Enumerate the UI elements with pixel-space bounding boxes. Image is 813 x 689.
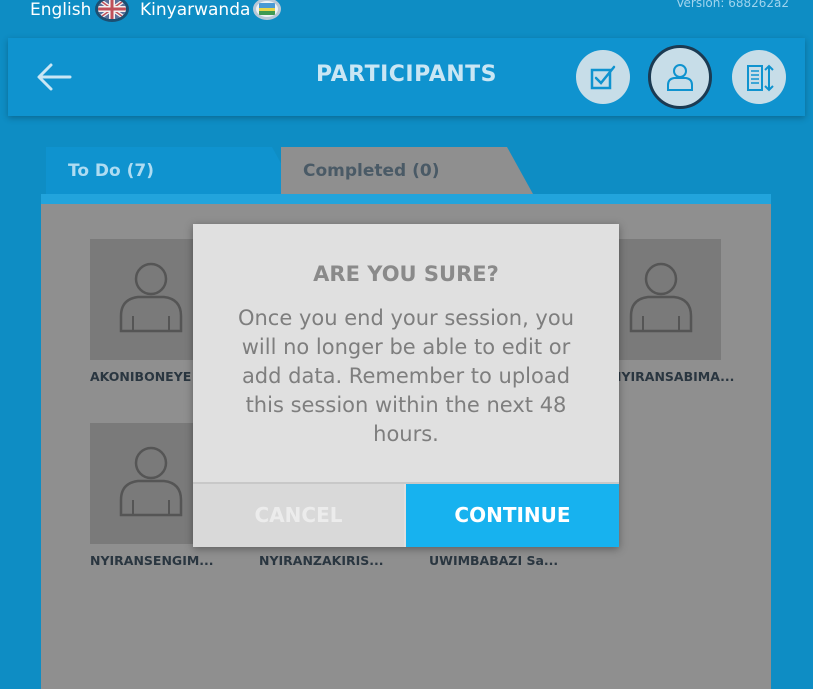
tab-todo-label: To Do (7) (68, 161, 155, 181)
rwanda-flag-icon[interactable] (253, 0, 281, 20)
sort-icon (747, 64, 774, 92)
participant-name: NYIRANZAKIRIS... (259, 553, 384, 568)
avatar-placeholder-icon (629, 262, 693, 333)
language-bar: English Kinyarwanda Version: 688262a2 (0, 0, 813, 30)
checklist-button[interactable] (576, 50, 630, 104)
continue-button[interactable]: CONTINUE (406, 484, 619, 547)
confirm-dialog: ARE YOU SURE? Once you end your session,… (193, 224, 619, 547)
participants-button[interactable] (648, 45, 712, 109)
dialog-message: Once you end your session, you will no l… (237, 306, 575, 446)
tab-todo[interactable]: To Do (7) (46, 147, 298, 194)
tab-completed[interactable]: Completed (0) (281, 147, 533, 194)
participant-name: NYIRANSABIMA... (611, 369, 735, 384)
checkbox-icon (590, 65, 616, 90)
rwanda-flag-graphic (259, 3, 275, 15)
version-label: Version: 688262a2 (676, 0, 789, 10)
participant-name: UWIMBABAZI Sa... (429, 553, 559, 568)
uk-flag-icon[interactable] (95, 0, 129, 22)
sort-button[interactable] (732, 50, 786, 104)
participant-name: NYIRANSENGIM... (90, 553, 214, 568)
participant-name: AKONIBONEYE ... (90, 369, 210, 384)
avatar-placeholder-icon (119, 262, 183, 333)
page-header: PARTICIPANTS (8, 38, 805, 116)
dialog-title: ARE YOU SURE? (313, 262, 499, 286)
avatar-placeholder-icon (119, 446, 183, 517)
tab-completed-label: Completed (0) (303, 161, 440, 181)
language-kinyarwanda[interactable]: Kinyarwanda (140, 0, 250, 20)
tab-underline (41, 194, 771, 204)
user-icon (667, 64, 693, 91)
uk-flag-graphic (98, 0, 126, 19)
language-english[interactable]: English (30, 0, 91, 20)
cancel-button[interactable]: CANCEL (193, 484, 404, 547)
